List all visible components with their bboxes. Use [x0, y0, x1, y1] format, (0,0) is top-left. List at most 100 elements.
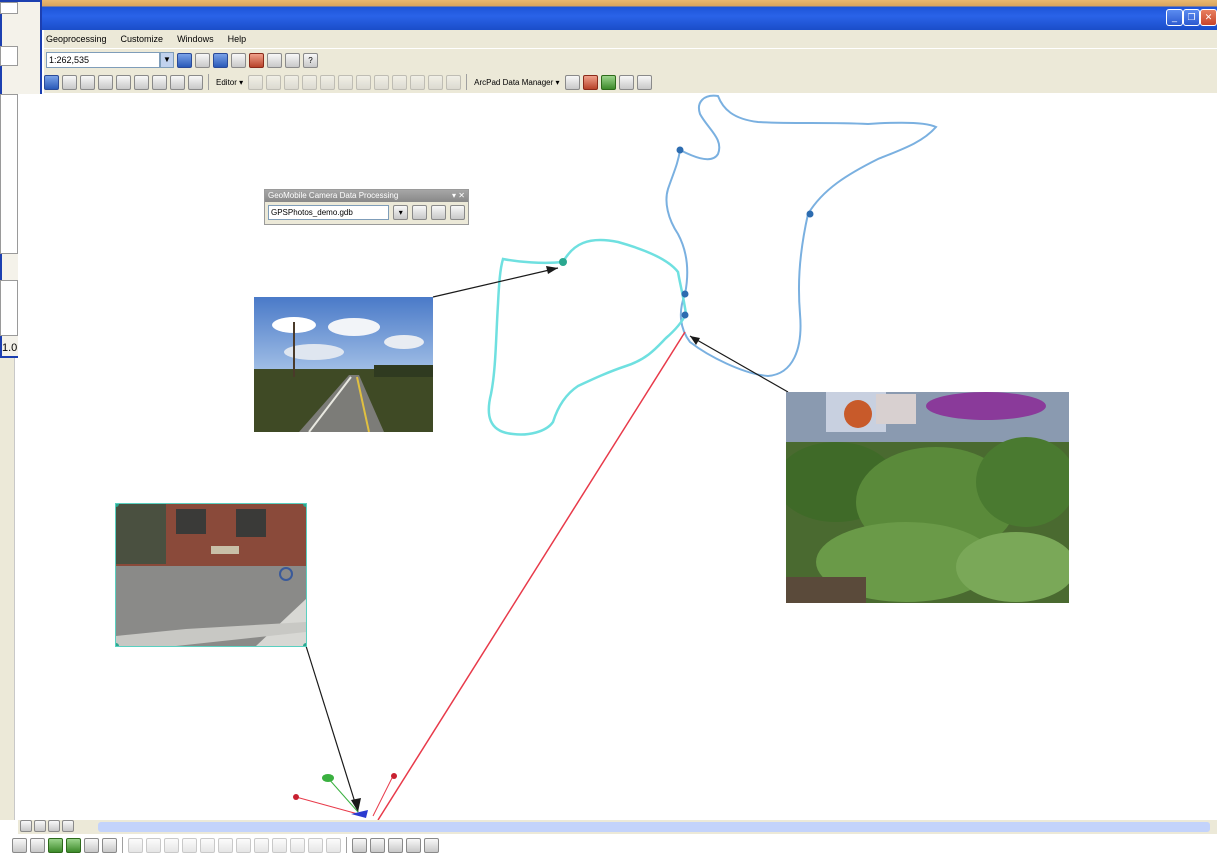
map-canvas[interactable] — [18, 94, 1217, 820]
arcpad-help-icon[interactable] — [636, 74, 652, 90]
edit-icon[interactable] — [62, 74, 77, 90]
close-icon[interactable]: ▾ ✕ — [452, 190, 465, 202]
restore-icon[interactable]: ❐ — [1183, 9, 1200, 26]
camera-icon[interactable] — [431, 205, 447, 220]
table-of-contents-icon[interactable] — [213, 52, 228, 68]
italic-icon — [200, 837, 215, 853]
scale-icon[interactable] — [177, 52, 192, 68]
line-color-icon — [272, 837, 287, 853]
check-out-icon[interactable] — [582, 74, 598, 90]
chevron-down-icon[interactable]: ▼ — [160, 52, 174, 68]
layout-icon[interactable] — [195, 52, 210, 68]
dataset-select[interactable]: GPSPhotos_demo.gdb — [268, 205, 390, 220]
measure-icon[interactable] — [98, 74, 113, 90]
zoom-in-icon[interactable] — [48, 837, 63, 853]
sketch-icon — [248, 74, 264, 90]
hyperlink-icon[interactable] — [406, 837, 421, 853]
options-icon[interactable] — [618, 74, 634, 90]
photo-garden[interactable] — [786, 392, 1069, 603]
pencil-icon[interactable] — [370, 837, 385, 853]
catalog-icon[interactable] — [231, 52, 246, 68]
rotate-icon[interactable] — [30, 837, 45, 853]
sketch-props-icon — [338, 74, 354, 90]
gps-track-cyan — [487, 238, 688, 436]
photo-building[interactable] — [115, 503, 307, 647]
shadow-icon — [308, 837, 323, 853]
align-icon — [326, 837, 341, 853]
hyperlink-icon[interactable] — [188, 74, 203, 90]
get-data-icon[interactable] — [564, 74, 580, 90]
toc-content[interactable] — [0, 94, 18, 254]
camera-processing-toolbar: GeoMobile Camera Data Processing ▾ ✕ GPS… — [264, 189, 469, 225]
standard-toolbar: 1:262,535 ▼ ? — [44, 49, 1217, 71]
toc-list[interactable] — [0, 2, 18, 14]
check-in-icon[interactable] — [600, 74, 616, 90]
chevron-down-icon[interactable]: ▾ — [393, 205, 409, 220]
map-scroll-bar — [18, 820, 1217, 834]
text-icon — [146, 837, 161, 853]
gps-point[interactable] — [681, 290, 689, 298]
window-title-bar: _ ❐ ✕ — [0, 0, 1217, 30]
fill-color-icon — [254, 837, 269, 853]
map-scale-input[interactable]: 1:262,535 — [46, 52, 160, 68]
menu-windows[interactable]: Windows — [177, 34, 214, 44]
toc-dropdown[interactable] — [0, 46, 18, 66]
font-icon — [164, 837, 179, 853]
vertex-icon — [266, 74, 282, 90]
split-icon — [284, 74, 300, 90]
rectangle-icon — [128, 837, 143, 853]
menu-customize[interactable]: Customize — [121, 34, 164, 44]
find-icon[interactable] — [116, 74, 131, 90]
photo-link-arrow — [305, 645, 359, 813]
gps-point[interactable] — [806, 210, 814, 218]
select-elements-icon[interactable] — [12, 837, 27, 853]
settings-icon[interactable] — [450, 205, 465, 220]
full-extent-icon[interactable] — [152, 74, 167, 90]
refresh-icon[interactable] — [48, 820, 60, 832]
minimize-icon[interactable]: _ — [1166, 9, 1183, 26]
menu-bar: Geoprocessing Customize Windows Help — [44, 30, 1217, 48]
snapping-icon — [374, 74, 390, 90]
attributes-icon — [320, 74, 336, 90]
reshape-icon — [392, 74, 408, 90]
font-color-icon — [236, 837, 251, 853]
data-view-icon[interactable] — [20, 820, 32, 832]
model-builder-icon[interactable] — [285, 52, 300, 68]
menu-help[interactable]: Help — [228, 34, 247, 44]
photo-road[interactable] — [254, 297, 433, 432]
horizontal-scrollbar[interactable] — [98, 822, 1210, 832]
arcpad-data-manager-menu[interactable]: ArcPad Data Manager ▾ — [472, 78, 561, 87]
measure-icon[interactable] — [388, 837, 403, 853]
editor-menu[interactable]: Editor ▾ — [214, 78, 245, 87]
gps-track-blue — [665, 94, 938, 378]
menu-geoprocessing[interactable]: Geoprocessing — [46, 34, 107, 44]
zoom-out-icon[interactable] — [66, 837, 81, 853]
geocode-icon[interactable] — [352, 837, 367, 853]
trace-icon — [446, 74, 462, 90]
draw-toolbar — [12, 836, 439, 854]
pause-icon[interactable] — [62, 820, 74, 832]
python-icon[interactable] — [267, 52, 282, 68]
topology-icon — [428, 74, 444, 90]
arctoolbox-icon[interactable] — [249, 52, 264, 68]
underline-icon — [218, 837, 233, 853]
photo-link-arrow — [689, 335, 789, 393]
gps-point[interactable] — [559, 258, 567, 266]
fixed-zoom-out-icon[interactable] — [102, 837, 117, 853]
identify-icon[interactable] — [80, 74, 95, 90]
select-icon[interactable] — [170, 74, 185, 90]
help-icon[interactable]: ? — [303, 52, 318, 68]
pan-icon[interactable] — [134, 74, 149, 90]
process-photos-icon[interactable] — [412, 205, 428, 220]
info-icon[interactable] — [44, 74, 59, 90]
toolbar-title: GeoMobile Camera Data Processing ▾ ✕ — [265, 190, 468, 202]
close-icon[interactable]: ✕ — [1200, 9, 1217, 26]
gps-point[interactable] — [681, 311, 689, 319]
photo-link-arrow — [432, 267, 559, 298]
tools-toolbar: Editor ▾ ArcPad Data Manager ▾ — [44, 71, 1217, 93]
gps-point[interactable] — [676, 146, 684, 154]
route-icon[interactable] — [424, 837, 439, 853]
toc-button[interactable] — [0, 280, 18, 336]
fixed-zoom-in-icon[interactable] — [84, 837, 99, 853]
layout-view-icon[interactable] — [34, 820, 46, 832]
